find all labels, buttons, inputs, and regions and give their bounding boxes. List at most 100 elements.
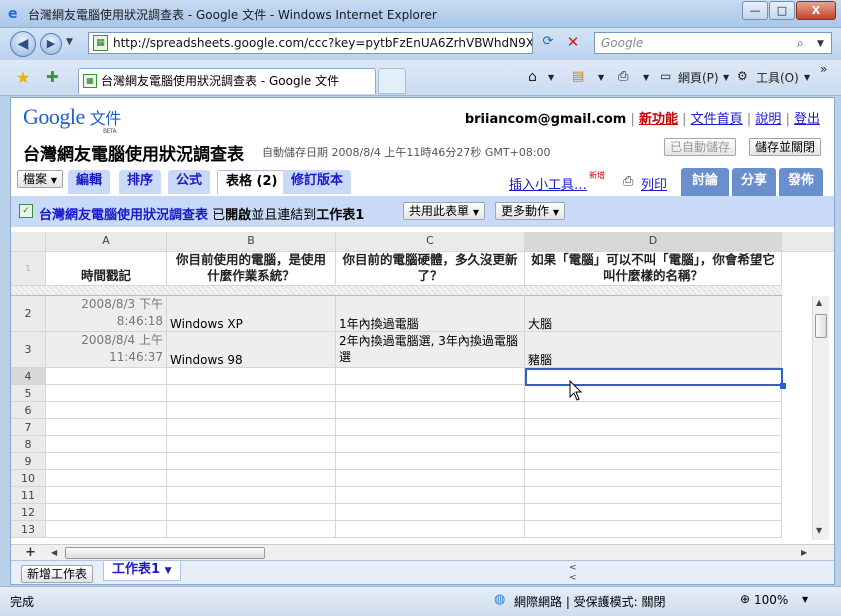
grid-cell[interactable] [46, 470, 167, 487]
row-header[interactable]: 13 [11, 521, 46, 538]
row-header-1[interactable]: 1 [11, 252, 46, 286]
row-header[interactable]: 5 [11, 385, 46, 402]
tab-share[interactable]: 分享 [732, 168, 776, 196]
address-bar[interactable]: ▦ http://spreadsheets.google.com/ccc?key… [88, 32, 533, 54]
search-input[interactable]: Google ⌕ ▼ [594, 32, 832, 54]
tab-sort[interactable]: 排序 [119, 170, 162, 194]
grid-cell[interactable] [525, 436, 782, 453]
grid-cell[interactable] [336, 470, 525, 487]
grid-cell[interactable] [167, 419, 336, 436]
selected-cell-d4[interactable] [525, 368, 783, 386]
grid-cell[interactable] [525, 521, 782, 538]
file-menu-button[interactable]: 檔案 ▼ [17, 170, 63, 188]
security-zone[interactable]: 網際網路 | 受保護模式: 關閉 [514, 593, 666, 610]
grid-cell[interactable] [46, 419, 167, 436]
history-dropdown-icon[interactable]: ▼ [66, 37, 73, 47]
document-title[interactable]: 台灣網友電腦使用狀況調查表 [23, 140, 244, 165]
feeds-icon[interactable]: ▤ [572, 69, 584, 84]
form-title-link[interactable]: 台灣網友電腦使用狀況調查表 [39, 208, 208, 223]
grid-cell[interactable] [336, 402, 525, 419]
search-icon[interactable]: ⌕ [797, 33, 804, 53]
grid-cell[interactable] [167, 470, 336, 487]
new-tab-button[interactable] [378, 68, 406, 94]
grid-cell[interactable] [46, 402, 167, 419]
search-dropdown-icon[interactable]: ▼ [817, 34, 824, 54]
add-row-plus-icon[interactable]: + [25, 545, 36, 560]
grid-cell[interactable] [525, 504, 782, 521]
grid-cell[interactable] [336, 385, 525, 402]
minimize-button[interactable]: — [742, 1, 768, 20]
column-header-c[interactable]: C [336, 232, 525, 252]
grid-cell[interactable] [46, 385, 167, 402]
tab-sheets[interactable]: 表格 (2) [217, 170, 287, 194]
sheet-tab-1[interactable]: 工作表1 ▼ [103, 561, 181, 581]
refresh-icon[interactable]: ⟳ [537, 34, 559, 54]
tab-discuss[interactable]: 討論 [681, 168, 729, 196]
back-button[interactable]: ◀ [10, 31, 36, 57]
more-actions-button[interactable]: 更多動作 ▼ [495, 202, 565, 220]
print-icon[interactable]: ⎙ [618, 69, 628, 84]
cell-b3[interactable]: Windows 98 [167, 332, 336, 368]
row-header[interactable]: 12 [11, 504, 46, 521]
favorites-star-icon[interactable]: ★ [16, 68, 30, 87]
freeze-divider[interactable] [11, 286, 782, 296]
column-header-a[interactable]: A [46, 232, 167, 252]
grid-cell[interactable] [525, 487, 782, 504]
grid-cell[interactable] [336, 419, 525, 436]
grid-cell[interactable] [336, 368, 525, 385]
row-header[interactable]: 4 [11, 368, 46, 385]
grid-cell[interactable] [167, 402, 336, 419]
grid-cell[interactable] [525, 470, 782, 487]
scroll-down-icon[interactable]: ▼ [816, 526, 822, 535]
print-dropdown-icon[interactable]: ▼ [643, 73, 649, 82]
header-cell[interactable]: 如果「電腦」可以不叫「電腦」，你會希望它叫什麼樣的名稱？ [525, 252, 782, 286]
sheet-scroll-arrows-icon[interactable]: < < [569, 563, 577, 583]
grid-cell[interactable] [525, 402, 782, 419]
vertical-scroll-thumb[interactable] [815, 314, 827, 338]
whats-new-link[interactable]: 新功能 [639, 112, 678, 127]
more-chevron-icon[interactable]: » [820, 62, 827, 76]
forward-button[interactable]: ▶ [40, 33, 62, 55]
cell-a2[interactable]: 2008/8/3 下午 8:46:18 [46, 296, 167, 332]
row-header[interactable]: 6 [11, 402, 46, 419]
row-header[interactable]: 10 [11, 470, 46, 487]
zoom-dropdown-icon[interactable]: ▼ [802, 595, 808, 604]
insert-gadget-link[interactable]: 插入小工具… [509, 174, 587, 193]
scroll-up-icon[interactable]: ▲ [816, 298, 822, 307]
cell-a3[interactable]: 2008/8/4 上午 11:46:37 [46, 332, 167, 368]
grid-cell[interactable] [46, 436, 167, 453]
row-header-3[interactable]: 3 [11, 332, 46, 368]
grid-cell[interactable] [167, 487, 336, 504]
feeds-dropdown-icon[interactable]: ▼ [598, 73, 604, 82]
share-form-button[interactable]: 共用此表單 ▼ [403, 202, 485, 220]
horizontal-scrollbar[interactable]: + ◀ ▶ [11, 544, 834, 560]
grid-cell[interactable] [46, 487, 167, 504]
grid-cell[interactable] [46, 521, 167, 538]
page-dropdown-icon[interactable]: ▼ [723, 73, 729, 82]
google-docs-logo[interactable]: Google 文件 BETA [23, 104, 121, 135]
print-link[interactable]: 列印 [641, 174, 667, 193]
fill-handle[interactable] [780, 383, 786, 389]
row-header[interactable]: 7 [11, 419, 46, 436]
close-button[interactable]: X [796, 1, 836, 20]
grid-cell[interactable] [167, 436, 336, 453]
add-sheet-button[interactable]: 新增工作表 [21, 565, 94, 583]
grid-cell[interactable] [336, 436, 525, 453]
grid-cell[interactable] [167, 504, 336, 521]
column-header-b[interactable]: B [167, 232, 336, 252]
row-header[interactable]: 9 [11, 453, 46, 470]
cell-c2[interactable]: 1年內換過電腦 [336, 296, 525, 332]
grid-cell[interactable] [167, 368, 336, 385]
cell-c3[interactable]: 2年內換過電腦選, 3年內換過電腦選 [336, 332, 525, 368]
horizontal-scroll-thumb[interactable] [65, 547, 265, 559]
grid-cell[interactable] [336, 453, 525, 470]
grid-cell[interactable] [525, 385, 782, 402]
scroll-left-icon[interactable]: ◀ [51, 548, 57, 557]
tab-publish[interactable]: 發佈 [779, 168, 823, 196]
vertical-scrollbar[interactable]: ▲ ▼ [812, 296, 829, 540]
save-and-close-button[interactable]: 儲存並關閉 [749, 138, 822, 156]
grid-cell[interactable] [46, 453, 167, 470]
home-dropdown-icon[interactable]: ▼ [548, 73, 554, 82]
header-cell[interactable]: 時間戳記 [46, 252, 167, 286]
cell-b2[interactable]: Windows XP [167, 296, 336, 332]
